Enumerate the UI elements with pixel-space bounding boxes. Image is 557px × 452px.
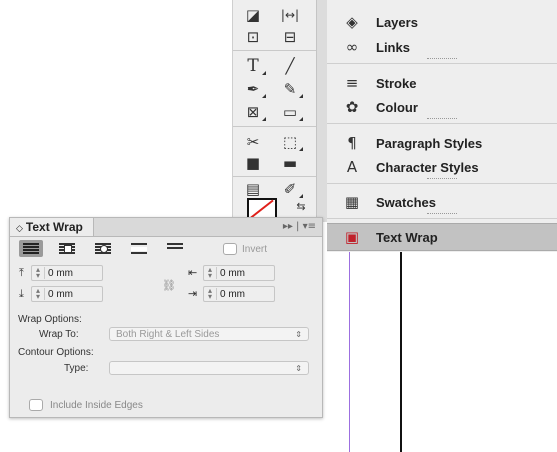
- bottom-offset-icon: ⤓: [19, 287, 24, 300]
- select-caret-icon: ⇕: [295, 364, 302, 373]
- swatches-icon: ▦: [344, 193, 360, 211]
- invert-checkbox[interactable]: [223, 243, 237, 255]
- scissors-tool-icon[interactable]: ✂: [238, 131, 268, 153]
- include-inside-edges-option[interactable]: Include Inside Edges: [29, 399, 143, 411]
- rectangle-frame-tool-icon[interactable]: ⊠: [238, 101, 268, 123]
- left-offset-field[interactable]: ▴ ▾ 0 mm: [203, 265, 275, 281]
- wrap-around-bounding-box-button[interactable]: [55, 240, 79, 257]
- jump-object-button[interactable]: [127, 240, 151, 257]
- links-icon: ∞: [345, 38, 359, 56]
- include-inside-edges-checkbox[interactable]: [29, 399, 43, 411]
- right-offset-stepper[interactable]: ▴ ▾: [204, 287, 217, 301]
- right-offset-value[interactable]: 0 mm: [220, 289, 245, 300]
- left-offset-icon: ⇤: [188, 266, 198, 279]
- text-wrap-panel: ◇ Text Wrap ▸▸ | ▾≡ Invert ⤒ ▴ ▾ 0 mm ⇤ ▴ ▾…: [9, 217, 323, 418]
- type-label: Type:: [64, 363, 89, 374]
- wrap-to-select[interactable]: Both Right & Left Sides ⇕: [109, 327, 309, 341]
- panel-item-text-wrap[interactable]: ▣ Text Wrap: [327, 223, 557, 251]
- panel-item-label: Stroke: [376, 75, 417, 91]
- left-offset-stepper[interactable]: ▴ ▾: [204, 266, 217, 280]
- select-caret-icon: ⇕: [295, 330, 302, 339]
- panel-dock: ◈ Layers ∞ Links ≡ Stroke ✿ Colour ¶ Par…: [327, 0, 557, 252]
- stroke-icon: ≡: [345, 74, 359, 92]
- panel-group-divider: [327, 58, 557, 64]
- bottom-offset-stepper[interactable]: ▴ ▾: [32, 287, 45, 301]
- panel-item-label: Text Wrap: [376, 229, 438, 245]
- top-offset-value[interactable]: 0 mm: [48, 268, 73, 279]
- page-tool-icon[interactable]: ◪: [238, 4, 268, 26]
- gradient-swatch-tool-icon[interactable]: ■: [238, 152, 268, 174]
- wrap-around-object-shape-button[interactable]: [91, 240, 115, 257]
- right-offset-icon: ⇥: [188, 287, 198, 300]
- wrap-options-heading: Wrap Options:: [18, 314, 82, 325]
- bounding-box-wrap-icon: [59, 243, 75, 254]
- panel-item-label: Layers: [376, 14, 418, 30]
- object-shape-wrap-icon: [95, 243, 111, 254]
- contour-options-heading: Contour Options:: [18, 347, 94, 358]
- include-inside-edges-label: Include Inside Edges: [50, 399, 143, 411]
- gap-tool-icon[interactable]: |↔|: [275, 4, 305, 26]
- page-edge: [400, 252, 402, 452]
- contour-type-select[interactable]: ⇕: [109, 361, 309, 375]
- bottom-offset-value[interactable]: 0 mm: [48, 289, 73, 300]
- no-wrap-icon: [23, 243, 39, 254]
- text-wrap-icon: ▣: [344, 228, 360, 246]
- panel-group-divider: [327, 213, 557, 219]
- wrap-to-label: Wrap To:: [39, 329, 79, 340]
- panel-item-label: Links: [376, 39, 410, 55]
- jump-object-icon: [131, 243, 147, 254]
- line-tool-icon[interactable]: ╱: [275, 55, 305, 77]
- top-offset-field[interactable]: ▴ ▾ 0 mm: [31, 265, 103, 281]
- panel-tab-bar[interactable]: ◇ Text Wrap ▸▸ | ▾≡: [10, 218, 322, 237]
- bottom-offset-field[interactable]: ▴ ▾ 0 mm: [31, 286, 103, 302]
- content-collector-icon[interactable]: ⊡: [238, 26, 268, 48]
- panel-group-divider: [327, 178, 557, 184]
- colour-icon: ✿: [345, 98, 359, 116]
- top-offset-icon: ⤒: [19, 266, 24, 279]
- tools-panel: ◪ |↔| ⊡ ⊟ T ╱ ✒ ✎ ⊠ ▭ ✂ ⬚ ■ ▬ ▤ ✐: [232, 0, 317, 222]
- type-tool-icon[interactable]: T: [238, 55, 268, 77]
- panel-menu-icon[interactable]: ▸▸ | ▾≡: [283, 220, 316, 234]
- margin-guide: [349, 252, 350, 452]
- tab-text-wrap[interactable]: ◇ Text Wrap: [10, 218, 94, 236]
- right-offset-field[interactable]: ▴ ▾ 0 mm: [203, 286, 275, 302]
- panel-item-label: Swatches: [376, 194, 436, 210]
- panel-item-label: Colour: [376, 99, 418, 115]
- invert-option[interactable]: Invert: [223, 243, 267, 255]
- layers-icon: ◈: [346, 13, 358, 31]
- invert-label: Invert: [242, 243, 268, 255]
- pencil-tool-icon[interactable]: ✎: [275, 78, 305, 100]
- panel-title: Text Wrap: [25, 220, 83, 234]
- pen-tool-icon[interactable]: ✒: [238, 78, 268, 100]
- rectangle-tool-icon[interactable]: ▭: [275, 101, 305, 123]
- left-offset-value[interactable]: 0 mm: [220, 268, 245, 279]
- gradient-feather-tool-icon[interactable]: ▬: [275, 152, 305, 174]
- no-text-wrap-button[interactable]: [19, 240, 43, 257]
- content-placer-icon[interactable]: ⊟: [275, 26, 305, 48]
- wrap-to-value: Both Right & Left Sides: [116, 329, 220, 340]
- character-styles-icon: A: [346, 158, 358, 176]
- jump-column-icon: [167, 243, 183, 254]
- note-tool-icon[interactable]: ▤: [238, 178, 268, 200]
- paragraph-styles-icon: ¶: [347, 134, 357, 152]
- swap-fill-stroke-icon[interactable]: ⇆: [286, 196, 316, 218]
- top-offset-stepper[interactable]: ▴ ▾: [32, 266, 45, 280]
- jump-to-next-column-button[interactable]: [163, 240, 187, 257]
- collapse-diamond-icon[interactable]: ◇: [16, 224, 23, 234]
- panel-group-divider: [327, 118, 557, 124]
- panel-item-label: Character Styles: [376, 159, 479, 175]
- free-transform-tool-icon[interactable]: ⬚: [275, 131, 305, 153]
- panel-item-label: Paragraph Styles: [376, 135, 483, 151]
- link-offsets-icon[interactable]: ⛓: [162, 279, 176, 292]
